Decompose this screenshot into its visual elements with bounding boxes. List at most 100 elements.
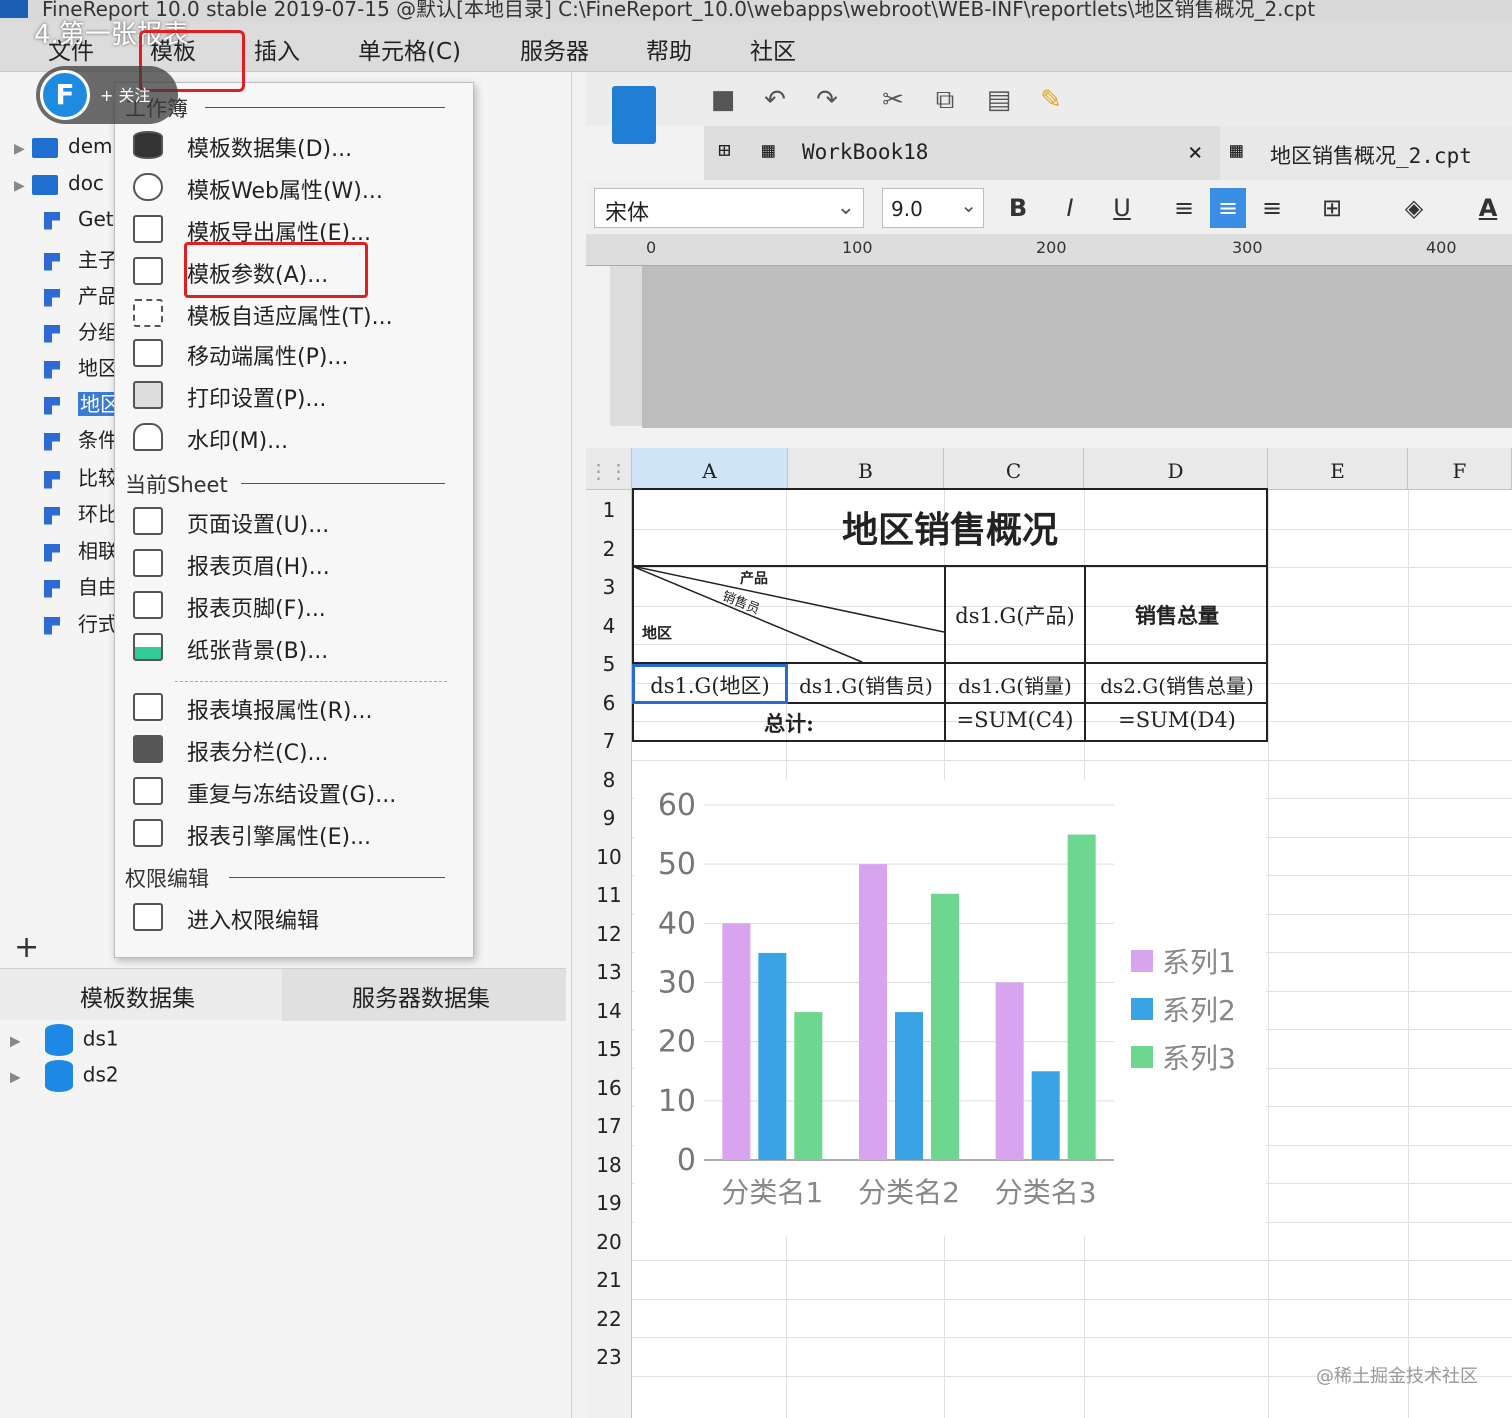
row-header-label[interactable]: 11 xyxy=(586,883,632,907)
cut-icon[interactable]: ✂ xyxy=(876,84,910,116)
menu-item-adaptive-attr[interactable]: 模板自适应属性(T)... xyxy=(133,297,463,331)
add-dataset-button[interactable]: + xyxy=(14,930,39,965)
row-header-label[interactable]: 3 xyxy=(586,575,632,599)
menu-item-page-setup[interactable]: 页面设置(U)... xyxy=(133,505,463,539)
cell-d3[interactable]: 销售总量 xyxy=(1086,600,1268,630)
cell-a5[interactable]: 总计: xyxy=(634,708,944,738)
fill-color-icon[interactable]: ◈ xyxy=(1396,188,1432,228)
tree-item[interactable]: 环比 xyxy=(14,498,118,528)
font-size-select[interactable]: 9.0 ⌄ xyxy=(882,188,984,228)
row-header-label[interactable]: 17 xyxy=(586,1114,632,1138)
align-right-icon[interactable]: ≡ xyxy=(1254,188,1290,228)
row-header-label[interactable]: 2 xyxy=(586,537,632,561)
row-header-label[interactable]: 18 xyxy=(586,1153,632,1177)
parameter-pane[interactable] xyxy=(642,266,1512,428)
align-left-icon[interactable]: ≡ xyxy=(1166,188,1202,228)
redo-icon[interactable]: ↷ xyxy=(810,84,844,116)
tab-workbook18[interactable]: ⊞ ▦ WorkBook18 × xyxy=(704,126,1220,180)
cell-b4[interactable]: ds1.G(销售员) xyxy=(788,670,944,699)
border-icon[interactable]: ⊞ xyxy=(1314,188,1350,228)
menu-item-web-attr[interactable]: 模板Web属性(W)... xyxy=(133,171,463,205)
column-header-f[interactable]: F xyxy=(1408,448,1512,490)
row-header-label[interactable]: 15 xyxy=(586,1037,632,1061)
menu-community[interactable]: 社区 xyxy=(750,32,796,66)
tree-item[interactable]: 自由 xyxy=(14,571,118,601)
row-header-label[interactable]: 1 xyxy=(586,498,632,522)
tab-region-sales-report[interactable]: ▦ 地区销售概况_2.cpt xyxy=(1230,126,1512,180)
menu-item-print-settings[interactable]: 打印设置(P)... xyxy=(133,379,463,413)
menu-server[interactable]: 服务器 xyxy=(520,32,589,66)
cell-c3[interactable]: ds1.G(产品) xyxy=(946,600,1084,630)
row-header-label[interactable]: 20 xyxy=(586,1230,632,1254)
row-header-label[interactable]: 7 xyxy=(586,729,632,753)
row-header-label[interactable]: 13 xyxy=(586,960,632,984)
save-icon[interactable]: ■ xyxy=(706,84,740,116)
column-header-d[interactable]: D xyxy=(1084,448,1268,490)
row-header-label[interactable]: 23 xyxy=(586,1345,632,1369)
menu-item-freeze[interactable]: 重复与冻结设置(G)... xyxy=(133,775,463,809)
tree-item[interactable]: 分组 xyxy=(14,316,118,346)
align-center-icon[interactable]: ≡ xyxy=(1210,188,1246,228)
tree-item[interactable]: 主子 xyxy=(14,244,118,274)
row-header-label[interactable]: 16 xyxy=(586,1076,632,1100)
follow-label[interactable]: + 关注 xyxy=(100,82,151,106)
bar-chart[interactable]: 0 10 20 30 40 50 60 分类名1 分类名2 分类名3 系列1 系列2 系列3 xyxy=(634,780,1266,1236)
row-header-label[interactable]: 6 xyxy=(586,691,632,715)
tab-template-dataset[interactable]: 模板数据集 xyxy=(80,979,195,1013)
menu-item-paper-background[interactable]: 纸张背景(B)... xyxy=(133,631,463,665)
menu-cell[interactable]: 单元格(C) xyxy=(358,32,461,66)
format-brush-icon[interactable]: ✎ xyxy=(1034,84,1068,116)
undo-icon[interactable]: ↶ xyxy=(758,84,792,116)
font-color-button[interactable]: A xyxy=(1470,188,1506,228)
column-header-e[interactable]: E xyxy=(1268,448,1408,490)
row-header-label[interactable]: 8 xyxy=(586,768,632,792)
cell-d5[interactable]: =SUM(D4) xyxy=(1086,708,1268,732)
underline-button[interactable]: U xyxy=(1104,188,1140,228)
menu-help[interactable]: 帮助 xyxy=(646,32,692,66)
column-header-c[interactable]: C xyxy=(944,448,1084,490)
tree-item-selected[interactable]: 地区 xyxy=(14,388,122,418)
menu-item-report-header[interactable]: 报表页眉(H)... xyxy=(133,547,463,581)
menu-item-fill-attr[interactable]: 报表填报属性(R)... xyxy=(133,691,463,725)
tree-item[interactable]: 地区 xyxy=(14,352,118,382)
menu-item-mobile-attr[interactable]: 移动端属性(P)... xyxy=(133,337,463,371)
menu-item-enter-permission[interactable]: 进入权限编辑 xyxy=(133,901,463,935)
tab-server-dataset[interactable]: 服务器数据集 xyxy=(352,979,490,1013)
row-header-label[interactable]: 14 xyxy=(586,999,632,1023)
column-header-a[interactable]: A xyxy=(632,448,788,490)
tree-item[interactable]: ▶ doc xyxy=(14,171,104,201)
new-report-icon[interactable] xyxy=(612,86,656,144)
dataset-item-ds2[interactable]: ▶ ds2 xyxy=(10,1060,119,1092)
row-header-label[interactable]: 10 xyxy=(586,845,632,869)
select-all-icon[interactable]: ⋮⋮ xyxy=(586,448,632,490)
row-header-label[interactable]: 4 xyxy=(586,614,632,638)
row-header-label[interactable]: 19 xyxy=(586,1191,632,1215)
dataset-item-ds1[interactable]: ▶ ds1 xyxy=(10,1024,119,1056)
row-header-label[interactable]: 22 xyxy=(586,1307,632,1331)
row-header-label[interactable]: 21 xyxy=(586,1268,632,1292)
paste-icon[interactable]: ▤ xyxy=(982,84,1016,116)
report-title-cell[interactable]: 地区销售概况 xyxy=(632,490,1268,566)
row-header-label[interactable]: 5 xyxy=(586,652,632,676)
close-tab-icon[interactable]: × xyxy=(1188,138,1202,166)
menu-item-template-dataset[interactable]: 模板数据集(D)... xyxy=(133,129,463,163)
cell-d4[interactable]: ds2.G(销售总量) xyxy=(1086,670,1268,699)
tree-item[interactable]: 行式 xyxy=(14,608,118,638)
bold-button[interactable]: B xyxy=(1000,188,1036,228)
tree-item[interactable]: 条件 xyxy=(14,424,118,454)
tree-item[interactable]: 比较 xyxy=(14,462,118,492)
tree-item[interactable]: 相联 xyxy=(14,535,118,565)
cell-c5[interactable]: =SUM(C4) xyxy=(946,708,1084,732)
font-name-select[interactable]: 宋体 ⌄ xyxy=(594,188,864,228)
tree-item[interactable]: ▶ dem xyxy=(14,134,112,164)
menu-insert[interactable]: 插入 xyxy=(254,32,300,66)
menu-item-watermark[interactable]: 水印(M)... xyxy=(133,421,463,455)
tree-item[interactable]: 产品 xyxy=(14,280,118,310)
row-header-label[interactable]: 9 xyxy=(586,806,632,830)
tree-item[interactable]: Get xyxy=(14,207,114,237)
menu-item-columns[interactable]: 报表分栏(C)... xyxy=(133,733,463,767)
menu-item-report-footer[interactable]: 报表页脚(F)... xyxy=(133,589,463,623)
copy-icon[interactable]: ⧉ xyxy=(928,84,962,116)
italic-button[interactable]: I xyxy=(1052,188,1088,228)
column-header-b[interactable]: B xyxy=(788,448,944,490)
